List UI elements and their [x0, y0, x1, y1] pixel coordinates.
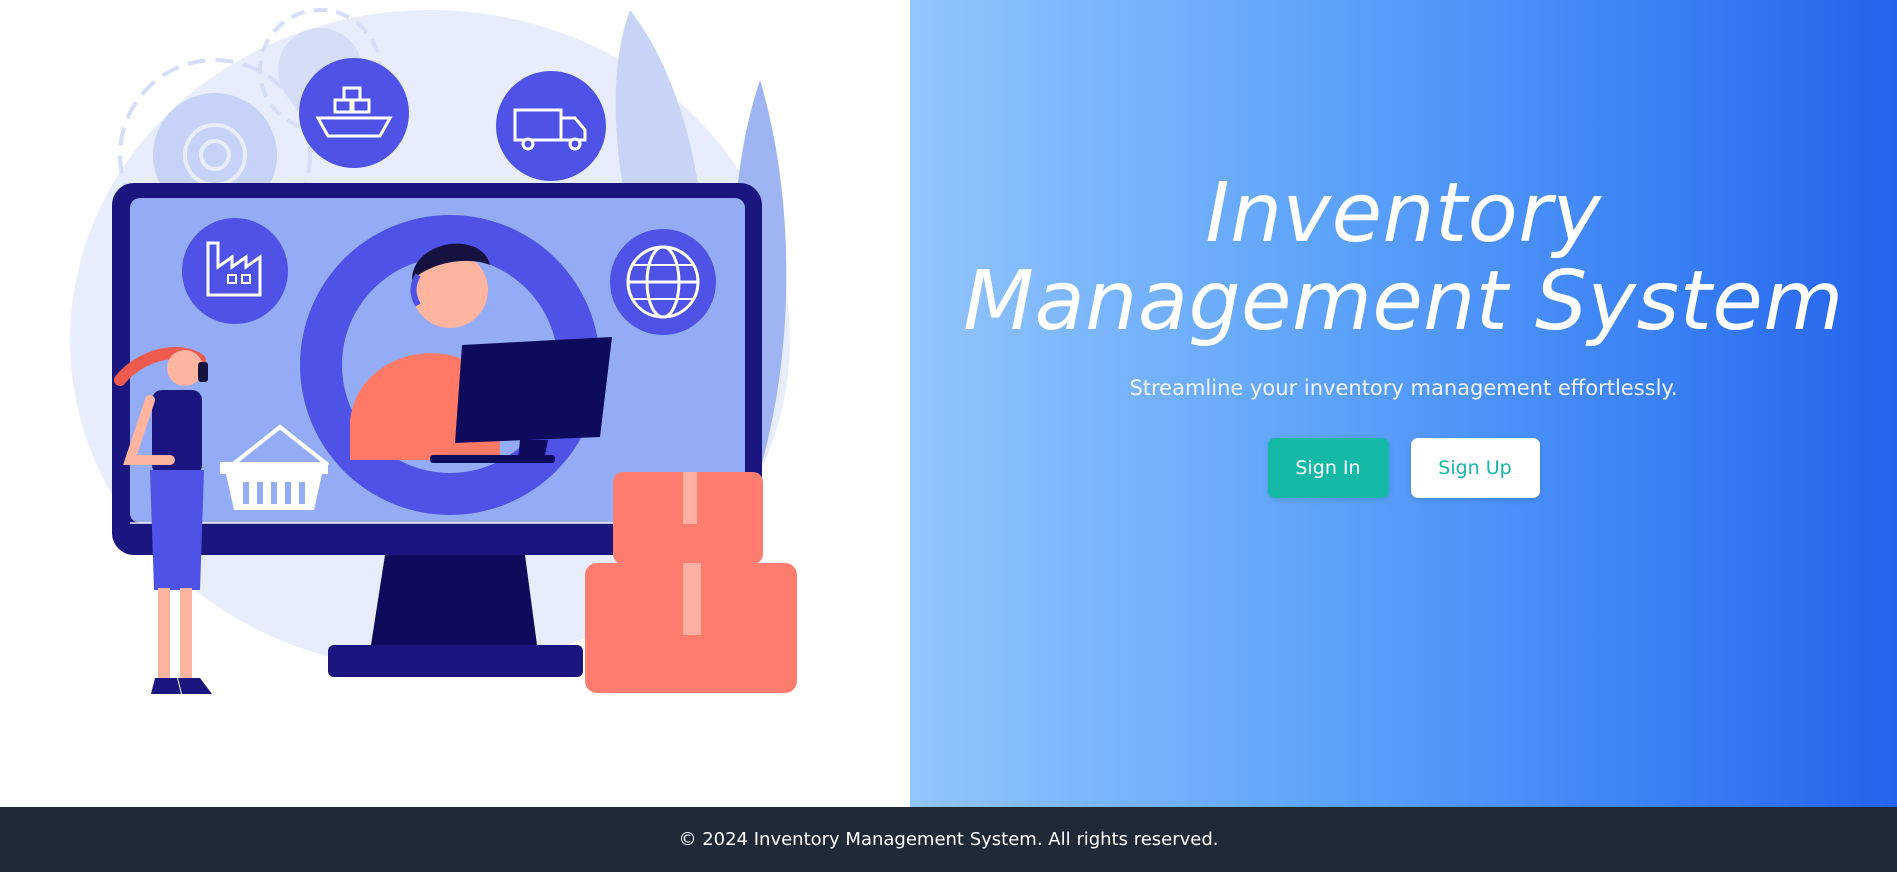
- landing-page: Inventory Management System Streamline y…: [0, 0, 1897, 872]
- ship-icon: [299, 58, 409, 168]
- hero: Inventory Management System Streamline y…: [910, 170, 1897, 498]
- sign-up-button[interactable]: Sign Up: [1410, 438, 1540, 498]
- sign-in-button[interactable]: Sign In: [1267, 438, 1389, 498]
- box-icon: [585, 472, 797, 693]
- factory-icon: [182, 218, 288, 324]
- globe-icon: [610, 229, 716, 335]
- copyright-text: © 2024 Inventory Management System. All …: [678, 829, 1219, 850]
- hero-subtitle: Streamline your inventory management eff…: [1129, 376, 1678, 400]
- page-title: Inventory Management System: [963, 166, 1844, 349]
- hero-panel: Inventory Management System Streamline y…: [910, 0, 1897, 807]
- footer: © 2024 Inventory Management System. All …: [0, 807, 1897, 872]
- illustration-panel: [0, 0, 910, 807]
- main-section: Inventory Management System Streamline y…: [0, 0, 1897, 807]
- auth-actions: Sign In Sign Up: [910, 438, 1897, 498]
- truck-icon: [496, 71, 606, 181]
- inventory-illustration: [70, 8, 797, 694]
